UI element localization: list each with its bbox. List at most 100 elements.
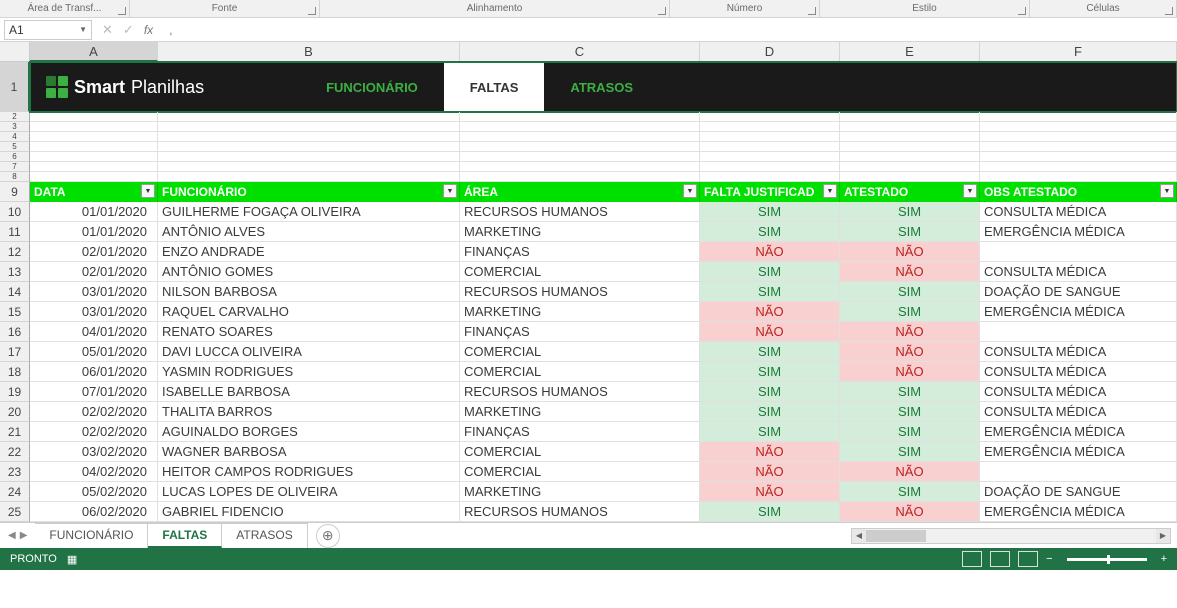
cell[interactable]: 01/01/2020: [30, 222, 158, 242]
dialog-launcher-icon[interactable]: [308, 7, 316, 15]
cell[interactable]: MARKETING: [460, 482, 700, 502]
cell[interactable]: SIM: [700, 382, 840, 402]
cell[interactable]: COMERCIAL: [460, 262, 700, 282]
cell[interactable]: COMERCIAL: [460, 362, 700, 382]
scroll-right-icon[interactable]: ▶: [1156, 529, 1170, 543]
nav-tab-atrasos[interactable]: ATRASOS: [544, 62, 659, 112]
cell[interactable]: ISABELLE BARBOSA: [158, 382, 460, 402]
row-header[interactable]: 15: [0, 302, 30, 322]
cell[interactable]: [980, 242, 1177, 262]
ribbon-group[interactable]: Área de Transf...: [0, 0, 130, 17]
cell[interactable]: RECURSOS HUMANOS: [460, 202, 700, 222]
cell[interactable]: FINANÇAS: [460, 242, 700, 262]
cell[interactable]: 02/01/2020: [30, 262, 158, 282]
row-header[interactable]: 9: [0, 182, 30, 202]
cell[interactable]: THALITA BARROS: [158, 402, 460, 422]
cell[interactable]: 06/01/2020: [30, 362, 158, 382]
row-header[interactable]: 16: [0, 322, 30, 342]
cell[interactable]: SIM: [700, 222, 840, 242]
zoom-in-icon[interactable]: +: [1161, 553, 1167, 565]
row-header[interactable]: 25: [0, 502, 30, 522]
cell[interactable]: SIM: [840, 382, 980, 402]
cell[interactable]: NÃO: [700, 482, 840, 502]
cell[interactable]: SIM: [840, 402, 980, 422]
nav-tab-funcionário[interactable]: FUNCIONÁRIO: [300, 62, 444, 112]
view-pagebreak-icon[interactable]: [1018, 551, 1038, 567]
sheet-tab[interactable]: FUNCIONÁRIO: [35, 523, 148, 548]
row-header[interactable]: 19: [0, 382, 30, 402]
cell[interactable]: NÃO: [700, 462, 840, 482]
ribbon-group[interactable]: Alinhamento: [320, 0, 670, 17]
row-header[interactable]: 14: [0, 282, 30, 302]
row-header[interactable]: 22: [0, 442, 30, 462]
filter-dropdown-icon[interactable]: ▼: [963, 184, 977, 198]
cell[interactable]: NÃO: [840, 322, 980, 342]
zoom-out-icon[interactable]: −: [1046, 553, 1052, 565]
cell[interactable]: NÃO: [700, 322, 840, 342]
cell[interactable]: SIM: [700, 282, 840, 302]
cell[interactable]: MARKETING: [460, 302, 700, 322]
cell[interactable]: NÃO: [700, 242, 840, 262]
cell[interactable]: 06/02/2020: [30, 502, 158, 522]
grid[interactable]: Smart PlanilhasFUNCIONÁRIOFALTASATRASOSD…: [30, 62, 1177, 522]
row-header[interactable]: 13: [0, 262, 30, 282]
cell[interactable]: SIM: [700, 422, 840, 442]
table-header-cell[interactable]: FALTA JUSTIFICAD▼: [700, 182, 840, 202]
cell[interactable]: NÃO: [840, 502, 980, 522]
cell[interactable]: 04/02/2020: [30, 462, 158, 482]
cell[interactable]: ANTÔNIO GOMES: [158, 262, 460, 282]
tab-prev-icon[interactable]: ◀: [8, 530, 16, 541]
cell[interactable]: NÃO: [840, 362, 980, 382]
cell[interactable]: NÃO: [840, 462, 980, 482]
row-header[interactable]: 18: [0, 362, 30, 382]
ribbon-group[interactable]: Estilo: [820, 0, 1030, 17]
cell[interactable]: 07/01/2020: [30, 382, 158, 402]
cell[interactable]: NÃO: [700, 442, 840, 462]
select-all-corner[interactable]: [0, 42, 30, 62]
cell[interactable]: SIM: [700, 362, 840, 382]
view-normal-icon[interactable]: [962, 551, 982, 567]
sheet-tab[interactable]: ATRASOS: [222, 523, 307, 548]
column-header[interactable]: D: [700, 42, 840, 62]
dropdown-icon[interactable]: ▼: [79, 25, 87, 34]
cell[interactable]: CONSULTA MÉDICA: [980, 382, 1177, 402]
row-header[interactable]: 24: [0, 482, 30, 502]
cell[interactable]: WAGNER BARBOSA: [158, 442, 460, 462]
cell[interactable]: SIM: [700, 202, 840, 222]
zoom-slider[interactable]: [1067, 558, 1147, 561]
row-header[interactable]: 10: [0, 202, 30, 222]
row-header[interactable]: 7: [0, 162, 30, 172]
cell[interactable]: FINANÇAS: [460, 422, 700, 442]
filter-dropdown-icon[interactable]: ▼: [683, 184, 697, 198]
cell[interactable]: SIM: [840, 482, 980, 502]
cell[interactable]: ENZO ANDRADE: [158, 242, 460, 262]
view-layout-icon[interactable]: [990, 551, 1010, 567]
cell[interactable]: LUCAS LOPES DE OLIVEIRA: [158, 482, 460, 502]
table-header-cell[interactable]: DATA▼: [30, 182, 158, 202]
cell[interactable]: NÃO: [840, 342, 980, 362]
filter-dropdown-icon[interactable]: ▼: [141, 184, 155, 198]
column-header[interactable]: C: [460, 42, 700, 62]
cell[interactable]: CONSULTA MÉDICA: [980, 262, 1177, 282]
cell[interactable]: MARKETING: [460, 222, 700, 242]
filter-dropdown-icon[interactable]: ▼: [443, 184, 457, 198]
cell[interactable]: [980, 322, 1177, 342]
cell[interactable]: EMERGÊNCIA MÉDICA: [980, 302, 1177, 322]
cell[interactable]: DOAÇÃO DE SANGUE: [980, 482, 1177, 502]
cell[interactable]: EMERGÊNCIA MÉDICA: [980, 422, 1177, 442]
cell[interactable]: 02/01/2020: [30, 242, 158, 262]
ribbon-group[interactable]: Células: [1030, 0, 1177, 17]
cell[interactable]: HEITOR CAMPOS RODRIGUES: [158, 462, 460, 482]
cell[interactable]: 02/02/2020: [30, 402, 158, 422]
cell[interactable]: FINANÇAS: [460, 322, 700, 342]
fx-icon[interactable]: fx: [144, 23, 153, 37]
column-header[interactable]: F: [980, 42, 1177, 62]
column-header[interactable]: B: [158, 42, 460, 62]
cell[interactable]: CONSULTA MÉDICA: [980, 202, 1177, 222]
cell[interactable]: SIM: [700, 402, 840, 422]
cell[interactable]: SIM: [840, 222, 980, 242]
macro-record-icon[interactable]: ▦: [67, 553, 77, 566]
row-header[interactable]: 3: [0, 122, 30, 132]
cell[interactable]: 03/01/2020: [30, 282, 158, 302]
cell[interactable]: SIM: [840, 302, 980, 322]
